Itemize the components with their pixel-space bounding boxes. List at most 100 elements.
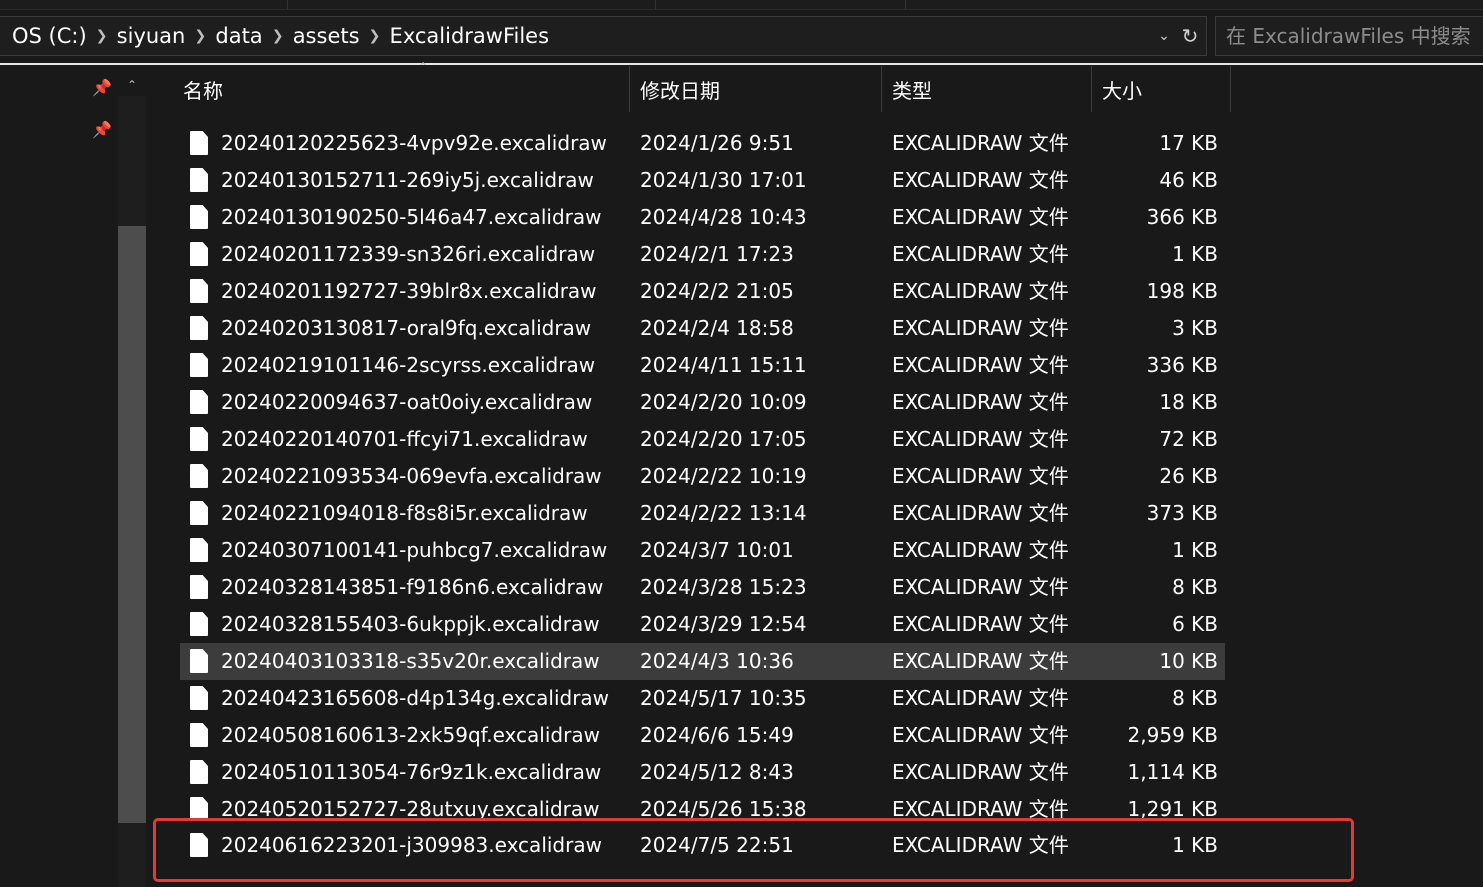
file-list: 名称 ⌃ 修改日期 类型 大小 20240120225623-4vpv92e.e… [150, 60, 1483, 887]
column-header-size-label: 大小 [1102, 78, 1142, 103]
table-row[interactable]: 20240328155403-6ukppjk.excalidraw 2024/3/… [180, 606, 1225, 643]
table-row[interactable]: 20240220094637-oat0oiy.excalidraw 2024/2/… [180, 384, 1225, 421]
file-name: 20240220140701-ffcyi71.excalidraw [221, 427, 588, 451]
pin-icon[interactable]: 📌 [92, 78, 112, 98]
table-row[interactable]: 20240203130817-oral9fq.excalidraw 2024/2/… [180, 310, 1225, 347]
file-size: 18 KB [1159, 390, 1218, 414]
table-row[interactable]: 20240221094018-f8s8i5r.excalidraw 2024/2/… [180, 495, 1225, 532]
column-header-name-label: 名称 [183, 78, 223, 103]
file-size: 17 KB [1159, 131, 1218, 155]
file-type: EXCALIDRAW 文件 [892, 279, 1069, 303]
file-name: 20240307100141-puhbcg7.excalidraw [221, 538, 608, 562]
file-name: 20240328155403-6ukppjk.excalidraw [221, 612, 600, 636]
modified-date: 2024/1/26 9:51 [640, 131, 794, 155]
modified-date: 2024/3/7 10:01 [640, 538, 794, 562]
table-row[interactable]: 20240201192727-39blr8x.excalidraw 2024/2/… [180, 273, 1225, 310]
file-type: EXCALIDRAW 文件 [892, 538, 1069, 562]
file-type: EXCALIDRAW 文件 [892, 649, 1069, 673]
chevron-right-icon[interactable]: ❯ [189, 28, 211, 44]
table-row[interactable]: 20240130190250-5l46a47.excalidraw 2024/4/… [180, 199, 1225, 236]
file-type: EXCALIDRAW 文件 [892, 390, 1069, 414]
table-row[interactable]: 20240510113054-76r9z1k.excalidraw 2024/5/… [180, 754, 1225, 791]
divider [0, 63, 1483, 65]
table-row[interactable]: 20240423165608-d4p134g.excalidraw 2024/5/… [180, 680, 1225, 717]
table-row[interactable]: 20240403103318-s35v20r.excalidraw 2024/4/… [180, 643, 1225, 680]
file-size: 6 KB [1172, 612, 1218, 636]
breadcrumb-item-assets[interactable]: assets [289, 24, 364, 48]
highlight-annotation [153, 818, 1354, 882]
file-type: EXCALIDRAW 文件 [892, 760, 1069, 784]
address-row: OS (C:) ❯ siyuan ❯ data ❯ assets ❯ Excal… [0, 10, 1483, 62]
file-icon [190, 612, 208, 636]
modified-date: 2024/2/22 13:14 [640, 501, 807, 525]
file-size: 1,291 KB [1127, 797, 1218, 818]
file-type: EXCALIDRAW 文件 [892, 205, 1069, 229]
column-header-date[interactable]: 修改日期 [630, 66, 882, 112]
modified-date: 2024/2/22 10:19 [640, 464, 807, 488]
file-icon [190, 686, 208, 710]
breadcrumb-item-drive[interactable]: OS (C:) [8, 24, 91, 48]
file-name: 20240508160613-2xk59qf.excalidraw [221, 723, 600, 747]
table-row[interactable]: 20240307100141-puhbcg7.excalidraw 2024/3/… [180, 532, 1225, 569]
file-name: 20240221093534-069evfa.excalidraw [221, 464, 602, 488]
column-header-name[interactable]: 名称 ⌃ [173, 60, 630, 112]
file-icon [190, 279, 208, 303]
table-row[interactable]: 20240508160613-2xk59qf.excalidraw 2024/6/… [180, 717, 1225, 754]
file-size: 8 KB [1172, 686, 1218, 710]
chevron-down-icon[interactable]: ⌄ [1154, 25, 1174, 47]
table-row[interactable]: 20240328143851-f9186n6.excalidraw 2024/3/… [180, 569, 1225, 606]
breadcrumb-item-excalidrawfiles[interactable]: ExcalidrawFiles [386, 24, 554, 48]
file-type: EXCALIDRAW 文件 [892, 168, 1069, 192]
modified-date: 2024/1/30 17:01 [640, 168, 807, 192]
chevron-right-icon[interactable]: ❯ [267, 28, 289, 44]
column-header-size[interactable]: 大小 [1092, 66, 1231, 112]
table-row[interactable]: 20240221093534-069evfa.excalidraw 2024/2/… [180, 458, 1225, 495]
file-size: 198 KB [1146, 279, 1218, 303]
scrollbar-thumb[interactable] [118, 226, 146, 823]
ribbon-divider [905, 0, 906, 9]
pin-icon[interactable]: 📌 [92, 120, 112, 140]
modified-date: 2024/4/11 15:11 [640, 353, 807, 377]
file-size: 373 KB [1146, 501, 1218, 525]
modified-date: 2024/2/2 21:05 [640, 279, 794, 303]
table-row[interactable]: 20240220140701-ffcyi71.excalidraw 2024/2/… [180, 421, 1225, 458]
chevron-right-icon[interactable]: ❯ [91, 28, 113, 44]
file-size: 10 KB [1159, 649, 1218, 673]
file-type: EXCALIDRAW 文件 [892, 464, 1069, 488]
column-header-date-label: 修改日期 [640, 78, 720, 103]
address-bar[interactable]: OS (C:) ❯ siyuan ❯ data ❯ assets ❯ Excal… [0, 16, 1207, 56]
file-name: 20240130152711-269iy5j.excalidraw [221, 168, 594, 192]
file-type: EXCALIDRAW 文件 [892, 686, 1069, 710]
chevron-right-icon[interactable]: ❯ [364, 28, 386, 44]
modified-date: 2024/5/26 15:38 [640, 797, 807, 818]
table-row[interactable]: 20240219101146-2scyrss.excalidraw 2024/4/… [180, 347, 1225, 384]
table-row[interactable]: 20240201172339-sn326ri.excalidraw 2024/2/… [180, 236, 1225, 273]
modified-date: 2024/6/6 15:49 [640, 723, 794, 747]
file-type: EXCALIDRAW 文件 [892, 797, 1069, 818]
modified-date: 2024/3/28 15:23 [640, 575, 807, 599]
search-box[interactable] [1215, 16, 1483, 56]
file-name: 20240423165608-d4p134g.excalidraw [221, 686, 610, 710]
breadcrumb-item-siyuan[interactable]: siyuan [113, 24, 190, 48]
file-name: 20240201192727-39blr8x.excalidraw [221, 279, 597, 303]
file-icon [190, 464, 208, 488]
table-row[interactable]: 20240120225623-4vpv92e.excalidraw 2024/1/… [180, 125, 1225, 162]
file-icon [190, 501, 208, 525]
file-name: 20240203130817-oral9fq.excalidraw [221, 316, 592, 340]
file-name: 20240221094018-f8s8i5r.excalidraw [221, 501, 588, 525]
column-header-type[interactable]: 类型 [882, 66, 1092, 112]
table-row[interactable]: 20240520152727-28utxuy.excalidraw 2024/5/… [180, 791, 1225, 818]
file-icon [190, 242, 208, 266]
chevron-up-icon[interactable]: ⌃ [123, 76, 141, 94]
search-input[interactable] [1216, 17, 1483, 55]
file-name: 20240120225623-4vpv92e.excalidraw [221, 131, 607, 155]
file-icon [190, 316, 208, 340]
file-name: 20240219101146-2scyrss.excalidraw [221, 353, 596, 377]
table-row[interactable]: 20240130152711-269iy5j.excalidraw 2024/1/… [180, 162, 1225, 199]
refresh-icon[interactable]: ↻ [1178, 23, 1202, 49]
ribbon-divider [287, 0, 288, 9]
file-name: 20240510113054-76r9z1k.excalidraw [221, 760, 602, 784]
file-size: 26 KB [1159, 464, 1218, 488]
breadcrumb-item-data[interactable]: data [211, 24, 266, 48]
file-size: 46 KB [1159, 168, 1218, 192]
